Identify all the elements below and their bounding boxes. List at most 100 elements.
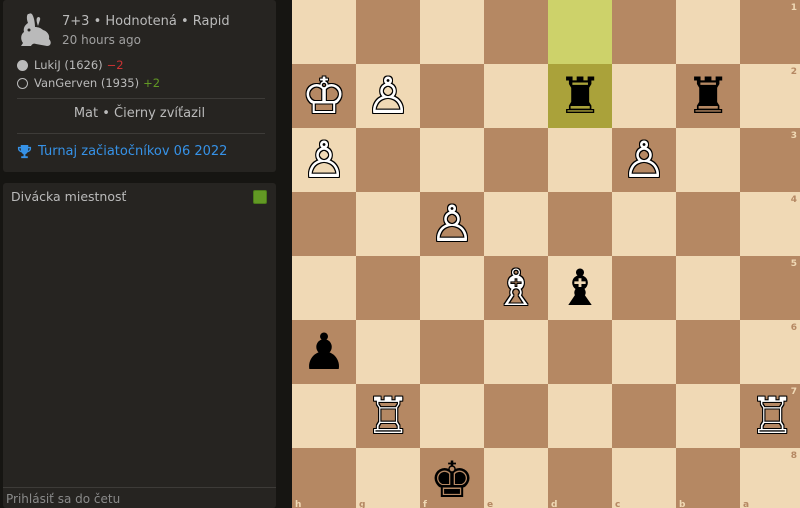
- white-pawn-icon[interactable]: ♙: [430, 199, 475, 249]
- square-a4[interactable]: 4: [740, 192, 800, 256]
- square-e5[interactable]: ♗: [484, 256, 548, 320]
- square-d6[interactable]: [548, 320, 612, 384]
- white-dot-icon: [17, 59, 28, 71]
- square-h6[interactable]: ♟: [292, 320, 356, 384]
- square-f7[interactable]: [420, 384, 484, 448]
- black-bishop-icon[interactable]: ♝: [558, 263, 603, 313]
- file-label: h: [295, 500, 302, 508]
- square-h3[interactable]: ♙: [292, 128, 356, 192]
- square-f8[interactable]: f ♚: [420, 448, 484, 508]
- square-d8[interactable]: d: [548, 448, 612, 508]
- square-d3[interactable]: [548, 128, 612, 192]
- square-a2[interactable]: 2: [740, 64, 800, 128]
- players-list: LukiJ (1626) −2 VanGerven (1935) +2: [17, 56, 160, 92]
- square-f5[interactable]: [420, 256, 484, 320]
- square-b7[interactable]: [676, 384, 740, 448]
- square-h2[interactable]: ♔: [292, 64, 356, 128]
- square-h4[interactable]: [292, 192, 356, 256]
- square-d2[interactable]: ♜: [548, 64, 612, 128]
- square-a6[interactable]: 6: [740, 320, 800, 384]
- divider: [17, 133, 265, 134]
- player-black[interactable]: VanGerven (1935) +2: [17, 74, 160, 92]
- square-b3[interactable]: [676, 128, 740, 192]
- square-a3[interactable]: 3: [740, 128, 800, 192]
- square-d7[interactable]: [548, 384, 612, 448]
- black-dot-icon: [17, 77, 28, 89]
- square-c7[interactable]: [612, 384, 676, 448]
- square-a8[interactable]: 8a: [740, 448, 800, 508]
- rank-label: 2: [790, 67, 797, 77]
- white-rook-icon[interactable]: ♖: [750, 391, 795, 441]
- square-c4[interactable]: [612, 192, 676, 256]
- game-info-panel: 7+3 • Hodnotená • Rapid 20 hours ago Luk…: [3, 0, 276, 172]
- trophy-icon: [17, 144, 32, 159]
- square-c1[interactable]: [612, 0, 676, 64]
- square-b6[interactable]: [676, 320, 740, 384]
- square-h5[interactable]: [292, 256, 356, 320]
- white-king-icon[interactable]: ♔: [302, 71, 347, 121]
- square-f6[interactable]: [420, 320, 484, 384]
- chat-toggle-checkbox[interactable]: [253, 190, 267, 204]
- game-date: 20 hours ago: [62, 33, 141, 47]
- square-e8[interactable]: e: [484, 448, 548, 508]
- square-f4[interactable]: ♙: [420, 192, 484, 256]
- white-bishop-icon[interactable]: ♗: [494, 263, 539, 313]
- square-b2[interactable]: ♜: [676, 64, 740, 128]
- square-b1[interactable]: [676, 0, 740, 64]
- square-e4[interactable]: [484, 192, 548, 256]
- square-c6[interactable]: [612, 320, 676, 384]
- white-rook-icon[interactable]: ♖: [366, 391, 411, 441]
- square-g3[interactable]: [356, 128, 420, 192]
- square-d4[interactable]: [548, 192, 612, 256]
- square-g4[interactable]: [356, 192, 420, 256]
- square-c3[interactable]: ♙: [612, 128, 676, 192]
- tournament-link[interactable]: Turnaj začiatočníkov 06 2022: [17, 144, 227, 159]
- chess-board[interactable]: 1 ♔ ♙ ♜ ♜ 2 ♙ ♙ 3 ♙ 4 ♗ ♝ 5 ♟ 6 ♖ 7 ♖ h g f ♚ e d c b 8 a: [292, 0, 800, 508]
- square-g7[interactable]: ♖: [356, 384, 420, 448]
- square-h1[interactable]: [292, 0, 356, 64]
- square-e7[interactable]: [484, 384, 548, 448]
- square-g8[interactable]: g: [356, 448, 420, 508]
- square-h8[interactable]: h: [292, 448, 356, 508]
- chat-title: Divácka miestnosť: [11, 189, 127, 204]
- square-e3[interactable]: [484, 128, 548, 192]
- square-c8[interactable]: c: [612, 448, 676, 508]
- square-f3[interactable]: [420, 128, 484, 192]
- square-e6[interactable]: [484, 320, 548, 384]
- tournament-name[interactable]: Turnaj začiatočníkov 06 2022: [38, 144, 227, 159]
- square-g5[interactable]: [356, 256, 420, 320]
- square-c5[interactable]: [612, 256, 676, 320]
- square-f2[interactable]: [420, 64, 484, 128]
- square-c2[interactable]: [612, 64, 676, 128]
- square-g1[interactable]: [356, 0, 420, 64]
- white-pawn-icon[interactable]: ♙: [302, 135, 347, 185]
- square-b4[interactable]: [676, 192, 740, 256]
- file-label: f: [423, 500, 427, 508]
- square-e1[interactable]: [484, 0, 548, 64]
- black-rook-icon[interactable]: ♜: [686, 71, 731, 121]
- square-e2[interactable]: [484, 64, 548, 128]
- square-g6[interactable]: [356, 320, 420, 384]
- black-king-icon[interactable]: ♚: [430, 455, 475, 505]
- square-d5[interactable]: ♝: [548, 256, 612, 320]
- square-a7[interactable]: 7 ♖: [740, 384, 800, 448]
- file-label: a: [743, 500, 750, 508]
- chat-input[interactable]: Prihlásiť sa do četu: [6, 492, 120, 506]
- square-b5[interactable]: [676, 256, 740, 320]
- player-white[interactable]: LukiJ (1626) −2: [17, 56, 160, 74]
- white-pawn-icon[interactable]: ♙: [622, 135, 667, 185]
- rank-label: 8: [790, 451, 797, 461]
- player-white-name[interactable]: LukiJ (1626): [34, 56, 103, 74]
- game-setup: 7+3 • Hodnotená • Rapid: [62, 14, 230, 29]
- square-g2[interactable]: ♙: [356, 64, 420, 128]
- black-rook-icon[interactable]: ♜: [558, 71, 603, 121]
- square-a5[interactable]: 5: [740, 256, 800, 320]
- square-a1[interactable]: 1: [740, 0, 800, 64]
- square-b8[interactable]: b: [676, 448, 740, 508]
- white-pawn-icon[interactable]: ♙: [366, 71, 411, 121]
- square-f1[interactable]: [420, 0, 484, 64]
- square-h7[interactable]: [292, 384, 356, 448]
- player-black-name[interactable]: VanGerven (1935): [34, 74, 139, 92]
- black-pawn-icon[interactable]: ♟: [302, 327, 347, 377]
- square-d1[interactable]: [548, 0, 612, 64]
